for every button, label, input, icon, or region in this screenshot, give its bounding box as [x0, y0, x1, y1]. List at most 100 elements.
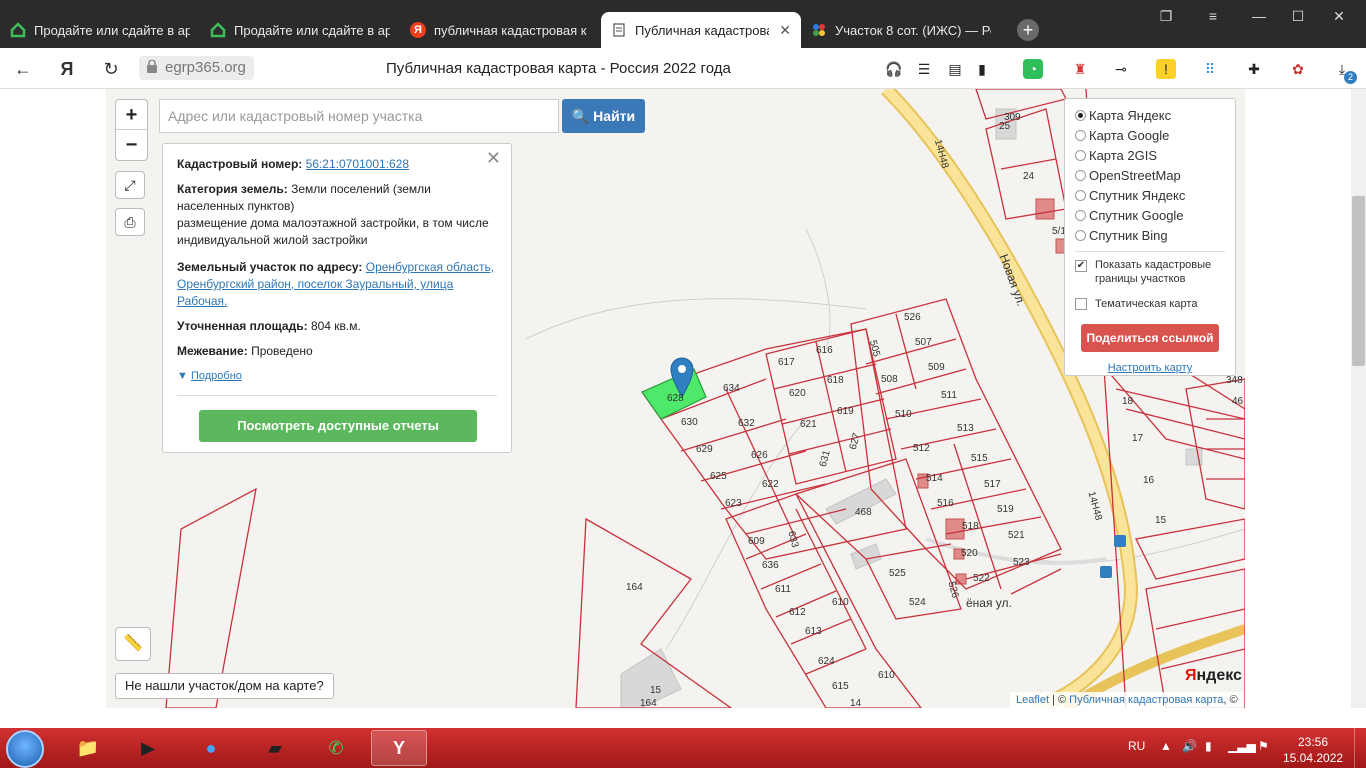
page-scrollbar[interactable]	[1351, 89, 1366, 708]
antivirus-icon[interactable]: ♜	[1070, 59, 1090, 79]
parcel-label: 15	[650, 685, 662, 696]
parcel-label: 514	[926, 473, 943, 484]
parcel-label: 522	[973, 573, 990, 584]
zoom-in-button[interactable]: +	[116, 100, 147, 130]
layer-option-osm[interactable]: OpenStreetMap	[1075, 165, 1225, 185]
show-borders-checkbox[interactable]: ✔ Показать кадастровые границы участков	[1075, 258, 1225, 288]
thematic-map-checkbox[interactable]: Тематическая карта	[1075, 294, 1225, 314]
puzzle-icon[interactable]: ✚	[1244, 59, 1264, 79]
close-window-button[interactable]: ✕	[1324, 8, 1354, 25]
parcel-label: 17	[1132, 433, 1144, 444]
find-button[interactable]: 🔍 Найти	[562, 99, 645, 133]
search-input[interactable]: Адрес или кадастровый номер участка	[159, 99, 559, 133]
pkk-link[interactable]: Публичная кадастровая карта	[1069, 694, 1223, 706]
profile-icon[interactable]: ✿	[1288, 59, 1308, 79]
battery-icon[interactable]: ▮	[1205, 739, 1212, 753]
parcel-label: 633	[785, 530, 800, 549]
start-button[interactable]	[6, 730, 44, 768]
layer-option-yandex-map[interactable]: Карта Яндекс	[1075, 105, 1225, 125]
language-indicator[interactable]: RU	[1128, 739, 1145, 753]
parcel-label: 507	[915, 337, 932, 348]
bookmark-icon[interactable]: ▮	[972, 59, 992, 79]
green-house-icon	[210, 22, 226, 38]
layer-option-yandex-satellite[interactable]: Спутник Яндекс	[1075, 185, 1225, 205]
parcel-label: 515	[971, 453, 988, 464]
layer-option-google-satellite[interactable]: Спутник Google	[1075, 205, 1225, 225]
map-attribution: Leaflet | © Публичная кадастровая карта,…	[1010, 692, 1244, 708]
parcel-label: 610	[878, 670, 895, 681]
road-label: 14Н48	[1085, 490, 1103, 522]
fullscreen-button[interactable]: ⤢	[115, 171, 145, 199]
yandex-logo: Яндекс	[1185, 667, 1242, 684]
tray-expand-icon[interactable]: ▲	[1160, 739, 1172, 753]
parcel-label: 512	[913, 443, 930, 454]
expand-icon: ⤢	[124, 177, 136, 193]
parcel-label: 468	[855, 507, 872, 518]
more-details-link[interactable]: ▼ Подробно	[177, 368, 497, 385]
taskbar-whatsapp[interactable]: ✆	[308, 730, 364, 766]
taskbar-yandex-browser[interactable]: Y	[371, 730, 427, 766]
taskbar-explorer[interactable]: 📁	[60, 730, 116, 766]
taskbar-app[interactable]: ▰	[247, 730, 303, 766]
show-desktop-button[interactable]	[1354, 728, 1366, 768]
maximize-button[interactable]: ☐	[1283, 8, 1313, 25]
share-link-button[interactable]: Поделиться ссылкой	[1081, 324, 1219, 352]
radio-icon	[1075, 229, 1086, 241]
parcel-label: 621	[800, 419, 817, 430]
menu-icon[interactable]: ≡	[1198, 8, 1228, 24]
view-reports-button[interactable]: Посмотреть доступные отчеты	[199, 410, 477, 442]
signal-icon[interactable]: ▁▃▅	[1228, 739, 1256, 753]
reload-icon[interactable]: ↻	[100, 58, 122, 80]
bookmarks-icon[interactable]: ❐	[1151, 8, 1181, 25]
headphones-icon[interactable]: 🎧	[884, 59, 904, 79]
layer-option-bing-satellite[interactable]: Спутник Bing	[1075, 225, 1225, 245]
radio-icon	[1075, 169, 1086, 181]
parcel-label: 613	[805, 626, 822, 637]
layer-option-google-map[interactable]: Карта Google	[1075, 125, 1225, 145]
back-icon[interactable]: ←	[12, 58, 34, 80]
scrollbar-thumb[interactable]	[1352, 196, 1365, 366]
key-icon[interactable]: ⊸	[1111, 59, 1131, 79]
reader-icon[interactable]: ☰	[914, 59, 934, 79]
zoom-app-icon: ●	[205, 737, 217, 758]
minimize-button[interactable]: —	[1244, 8, 1274, 24]
zoom-out-button[interactable]: −	[116, 130, 147, 160]
checkmark-icon: ✔	[1075, 260, 1087, 272]
close-tab-icon[interactable]: ✕	[779, 22, 791, 39]
not-found-button[interactable]: Не нашли участок/дом на карте?	[115, 673, 334, 699]
ruler-button[interactable]: 📏	[115, 627, 151, 661]
parcel-label: 616	[816, 345, 833, 356]
taskbar-media-player[interactable]: ▶	[120, 730, 176, 766]
browser-tab[interactable]: Продайте или сдайте в ар	[200, 12, 400, 48]
green-house-icon	[10, 22, 26, 38]
collections-icon[interactable]: ▤	[945, 59, 965, 79]
browser-tab[interactable]: Участок 8 сот. (ИЖС) — Ре	[801, 12, 1001, 48]
parcel-label: 508	[881, 374, 898, 385]
yandex-browser-icon: Y	[392, 737, 405, 758]
divider	[177, 395, 497, 396]
leaflet-link[interactable]: Leaflet	[1016, 694, 1049, 706]
yandex-home-icon[interactable]: Я	[56, 58, 78, 80]
apps-grid-icon[interactable]: ⠿	[1200, 59, 1220, 79]
volume-icon[interactable]: 🔊	[1182, 739, 1197, 753]
flag-icon[interactable]: ⚑	[1258, 739, 1269, 753]
notes-icon[interactable]: !	[1156, 59, 1176, 79]
whatsapp-icon: ✆	[328, 737, 344, 758]
configure-map-link[interactable]: Настроить карту	[1075, 362, 1225, 374]
print-button[interactable]: ⎙	[115, 208, 145, 236]
layer-option-2gis[interactable]: Карта 2GIS	[1075, 145, 1225, 165]
extension-icon[interactable]: ◔	[1023, 59, 1043, 79]
parcel-label: 624	[818, 656, 835, 667]
close-icon[interactable]: ✕	[486, 149, 501, 167]
browser-tab-active[interactable]: Публичная кадастрова ✕	[601, 12, 801, 48]
taskbar-zoom[interactable]: ●	[183, 730, 239, 766]
system-clock[interactable]: 23:56 15.04.2022	[1283, 734, 1343, 766]
url-field[interactable]: egrp365.org	[139, 56, 254, 80]
printer-icon: ⎙	[124, 214, 136, 230]
browser-tab[interactable]: Продайте или сдайте в ар	[0, 12, 200, 48]
parcel-label: 631	[818, 449, 833, 468]
parcel-label: 523	[1013, 557, 1030, 568]
browser-tab[interactable]: Я публичная кадастровая к	[400, 12, 600, 48]
new-tab-button[interactable]: +	[1017, 19, 1039, 41]
cadastral-number-link[interactable]: 56:21:0701001:628	[306, 157, 409, 171]
